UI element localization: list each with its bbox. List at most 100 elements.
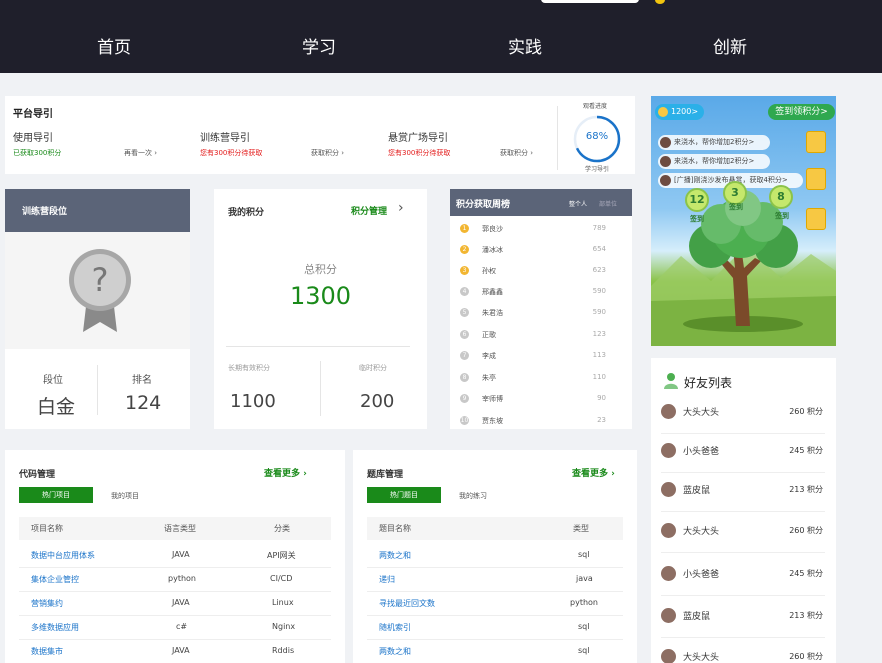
- rank-badge-icon: 4: [460, 287, 469, 296]
- sign-reward-orb[interactable]: 12: [685, 188, 709, 212]
- user-score: 123: [592, 330, 606, 338]
- friend-row[interactable]: 大头大头 260 积分: [661, 396, 825, 434]
- tab-hot-projects[interactable]: 热门项目: [19, 487, 93, 503]
- project-name-link[interactable]: 集体企业管控: [31, 574, 79, 585]
- coin-balance[interactable]: 1200>: [655, 104, 704, 120]
- user-name: 宰师博: [482, 395, 503, 403]
- nav-practice[interactable]: 实践: [508, 33, 542, 58]
- question-name-link[interactable]: 两数之和: [379, 646, 411, 657]
- friend-points: 213 积分: [789, 485, 823, 494]
- rank-badge-icon: 5: [460, 308, 469, 317]
- project-name-link[interactable]: 营销集约: [31, 598, 63, 609]
- question-name-link[interactable]: 寻找最近回文数: [379, 598, 435, 609]
- guide-item-action[interactable]: 获取积分 ›: [500, 148, 533, 158]
- friend-row[interactable]: 大头大头 260 积分: [661, 515, 825, 553]
- points-manage-link[interactable]: 积分管理: [351, 204, 387, 217]
- tab-hot-questions[interactable]: 热门题目: [367, 487, 441, 503]
- guide-item-name[interactable]: 使用导引: [13, 129, 53, 144]
- friend-row[interactable]: 蓝皮鼠 213 积分: [661, 600, 825, 638]
- friend-points: 245 积分: [789, 446, 823, 455]
- divider: [226, 346, 410, 347]
- guide-title: 平台导引: [13, 109, 53, 120]
- rank-badge-icon: 10: [460, 416, 469, 425]
- gift-icon[interactable]: [806, 208, 826, 230]
- leaderboard-row: 5 朱君浩 590: [450, 304, 632, 324]
- friend-row[interactable]: 小头爸爸 245 积分: [661, 558, 825, 596]
- friend-row[interactable]: 小头爸爸 245 积分: [661, 435, 825, 473]
- tab-my-practice[interactable]: 我的练习: [459, 491, 487, 501]
- avatar: [661, 443, 676, 458]
- total-points-label: 总积分: [304, 263, 337, 276]
- medal-icon: ?: [69, 249, 131, 332]
- friends-list-card: 好友列表 大头大头 260 积分 小头爸爸 245 积分 蓝皮鼠 213 积分 大头大…: [651, 358, 836, 663]
- question-name-link[interactable]: 两数之和: [379, 550, 411, 561]
- tab-my-projects[interactable]: 我的项目: [111, 491, 139, 501]
- message-text: 来浇水，帮你增加2积分>: [674, 138, 755, 146]
- cell-category: Nginx: [272, 622, 296, 631]
- avatar: [660, 175, 671, 186]
- coin-icon: [658, 107, 668, 117]
- coin-count: 1200>: [671, 107, 699, 116]
- leaderboard-header: 积分获取周榜 整个人 部单位: [450, 189, 632, 216]
- temp-points-value: 200: [360, 391, 395, 412]
- divider: [557, 106, 558, 170]
- tab-unit[interactable]: 部单位: [599, 199, 617, 208]
- friend-name: 小头爸爸: [683, 447, 720, 457]
- view-more-link[interactable]: 查看更多 ›: [264, 466, 307, 479]
- task-icon[interactable]: [806, 131, 826, 153]
- table-header: 项目名称 语言类型 分类: [19, 517, 331, 540]
- project-name-link[interactable]: 数据集市: [31, 646, 63, 657]
- table-row: 多维数据应用 c# Nginx: [19, 616, 331, 640]
- column-header: 分类: [274, 524, 290, 533]
- user-name: 孙权: [482, 267, 496, 275]
- coin-icon: [655, 0, 665, 4]
- table-row: 随机索引 sql: [367, 616, 623, 640]
- search-box[interactable]: [541, 0, 639, 3]
- sign-in-button[interactable]: 签到领积分>: [768, 104, 835, 120]
- leaderboard-row: 1 郭良沙 789: [450, 220, 632, 240]
- avatar: [661, 608, 676, 623]
- user-score: 113: [592, 351, 606, 359]
- column-header: 题目名称: [379, 524, 411, 533]
- user-name: 正歌: [482, 331, 496, 339]
- water-message[interactable]: 来浇水，帮你增加2积分>: [658, 154, 770, 169]
- water-message[interactable]: 来浇水，帮你增加2积分>: [658, 135, 770, 150]
- avatar: [661, 566, 676, 581]
- question-name-link[interactable]: 随机索引: [379, 622, 411, 633]
- nav-innovate[interactable]: 创新: [713, 33, 747, 58]
- nav-learn[interactable]: 学习: [302, 33, 336, 58]
- guide-item-name[interactable]: 悬赏广场导引: [388, 129, 448, 144]
- long-points-value: 1100: [230, 391, 276, 412]
- question-name-link[interactable]: 递归: [379, 574, 395, 585]
- guide-item-action[interactable]: 获取积分 ›: [311, 148, 344, 158]
- guide-item-action[interactable]: 再看一次 ›: [124, 148, 157, 158]
- user-score: 590: [592, 308, 606, 316]
- chevron-right-icon[interactable]: ›: [398, 200, 404, 216]
- friend-row[interactable]: 大头大头 260 积分: [661, 641, 825, 663]
- level-label: 段位: [43, 375, 63, 386]
- user-score: 590: [592, 287, 606, 295]
- guide-item-status: 您有300积分待获取: [200, 149, 263, 157]
- tab-personal[interactable]: 整个人: [569, 199, 587, 208]
- sign-reward-orb[interactable]: 8: [769, 185, 793, 209]
- friend-row[interactable]: 蓝皮鼠 213 积分: [661, 474, 825, 512]
- cell-type: sql: [578, 622, 590, 631]
- divider: [97, 365, 98, 415]
- long-points-label: 长期有效积分: [228, 364, 270, 372]
- cell-language: c#: [176, 622, 188, 631]
- nav-home[interactable]: 首页: [97, 33, 131, 58]
- guide-item-name[interactable]: 训练营导引: [200, 129, 250, 144]
- chevron-right-icon: ›: [303, 469, 307, 479]
- project-name-link[interactable]: 数据中台应用体系: [31, 550, 95, 561]
- tree-game-panel[interactable]: 1200> 签到领积分> 来浇水，帮你增加2积分> 来浇水，帮你增加2积分> […: [651, 96, 836, 346]
- friend-points: 260 积分: [789, 407, 823, 416]
- friends-title: 好友列表: [684, 376, 733, 390]
- user-score: 654: [592, 245, 606, 253]
- store-icon[interactable]: [806, 168, 826, 190]
- code-management-card: 代码管理 查看更多 › 热门项目 我的项目 项目名称 语言类型 分类 数据中台应…: [5, 450, 345, 663]
- chevron-right-icon: ›: [530, 149, 534, 157]
- top-navbar: 首页 学习 实践 创新: [0, 0, 882, 73]
- project-name-link[interactable]: 多维数据应用: [31, 622, 79, 633]
- view-more-link[interactable]: 查看更多 ›: [572, 466, 615, 479]
- rank-badge-icon: 9: [460, 394, 469, 403]
